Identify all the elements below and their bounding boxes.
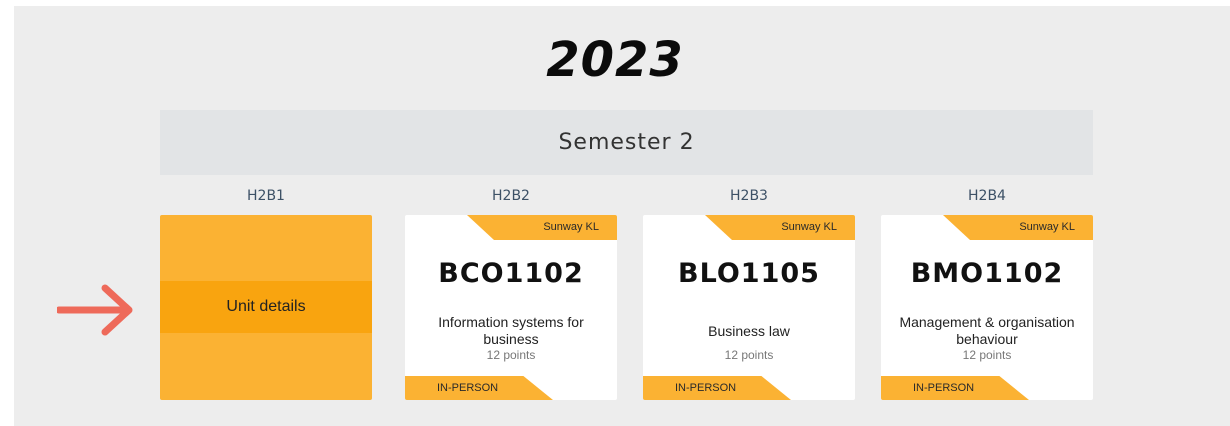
delivery-label: IN-PERSON xyxy=(437,382,499,394)
unit-title: Management & organisation behaviour xyxy=(899,314,1075,347)
unit-points: 12 points xyxy=(486,348,536,362)
delivery-label: IN-PERSON xyxy=(675,382,737,394)
campus-label: Sunway KL xyxy=(543,221,599,233)
year-title: 2023 xyxy=(546,32,684,88)
campus-label: Sunway KL xyxy=(1019,221,1075,233)
unit-title: Information systems for business xyxy=(438,314,584,347)
delivery-tag: IN-PERSON xyxy=(405,376,553,400)
unit-code: BCO1102 xyxy=(438,258,584,289)
delivery-tag: IN-PERSON xyxy=(643,376,791,400)
unit-card-bmo1102[interactable]: Sunway KL BMO1102 Management & organisat… xyxy=(881,215,1093,400)
column-heading-h2b3: H2B3 xyxy=(730,188,768,204)
campus-tag: Sunway KL xyxy=(467,215,617,240)
column-heading-h2b4: H2B4 xyxy=(968,188,1006,204)
unit-points: 12 points xyxy=(962,348,1012,362)
unit-card-selected[interactable]: Unit details xyxy=(160,215,372,400)
campus-tag: Sunway KL xyxy=(943,215,1093,240)
unit-code: BLO1105 xyxy=(678,258,820,289)
unit-card-blo1105[interactable]: Sunway KL BLO1105 Business law 12 points… xyxy=(643,215,855,400)
unit-code: BMO1102 xyxy=(910,258,1064,289)
right-arrow-icon xyxy=(57,284,133,336)
column-heading-h2b2: H2B2 xyxy=(492,188,530,204)
unit-details-label: Unit details xyxy=(226,298,306,315)
unit-title: Business law xyxy=(708,323,790,339)
delivery-label: IN-PERSON xyxy=(913,382,975,394)
unit-points: 12 points xyxy=(724,348,774,362)
campus-tag: Sunway KL xyxy=(705,215,855,240)
column-heading-h2b1: H2B1 xyxy=(247,188,285,204)
delivery-tag: IN-PERSON xyxy=(881,376,1029,400)
unit-details-button[interactable]: Unit details xyxy=(160,281,372,333)
campus-label: Sunway KL xyxy=(781,221,837,233)
unit-card-bco1102[interactable]: Sunway KL BCO1102 Information systems fo… xyxy=(405,215,617,400)
semester-label: Semester 2 xyxy=(558,130,695,155)
semester-header: Semester 2 xyxy=(160,110,1093,175)
